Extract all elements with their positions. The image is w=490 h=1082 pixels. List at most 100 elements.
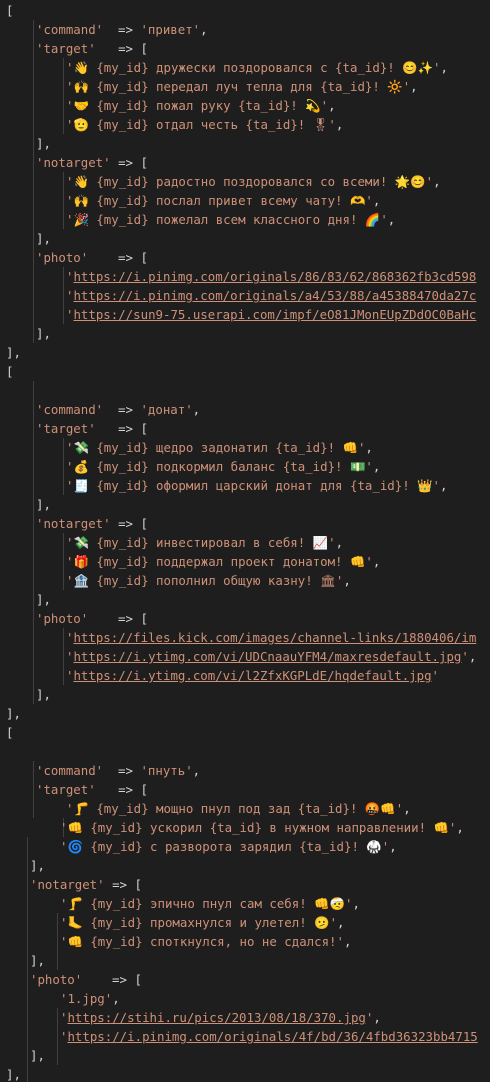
code-line[interactable]: 'https://i.pinimg.com/originals/4f/bd/36… [60,1027,478,1046]
punctuation-token: [ [134,972,142,987]
code-line[interactable]: ], [36,495,51,514]
code-line[interactable]: 'target' => [ [36,39,148,58]
code-line[interactable]: 'target' => [ [36,780,148,799]
punctuation-token: , [37,1048,45,1063]
code-line[interactable]: '🧾 {my_id} оформил царский донат для {ta… [66,476,447,495]
punctuation-token: , [43,136,51,151]
code-line[interactable]: ], [6,1065,21,1082]
code-line[interactable]: [ [6,1,13,20]
punctuation-token: , [343,573,351,588]
string-token: '🦶 {my_id} промахнулся и улетел! 🫤' [60,915,338,930]
code-line[interactable]: 'https://files.kick.com/images/channel-l… [66,628,476,647]
string-token: '💸 {my_id} инвестировал в себя! 📈' [66,535,336,550]
code-line[interactable]: 'photo' => [ [36,609,148,628]
code-line[interactable]: 'photo' => [ [30,970,142,989]
code-line[interactable]: 'notarget' => [ [36,153,148,172]
code-line[interactable]: 'command' => 'пнуть', [36,761,200,780]
code-line[interactable]: '💰 {my_id} подкормил баланс {ta_id}! 💵', [66,457,380,476]
code-line[interactable]: 'https://i.pinimg.com/originals/86/83/62… [66,267,476,286]
code-line[interactable]: '1.jpg', [60,989,120,1008]
punctuation-token: , [440,478,448,493]
punctuation-token: , [389,839,397,854]
code-line[interactable]: 'https://stihi.ru/pics/2013/08/18/370.jp… [60,1008,381,1027]
code-line[interactable]: '👋 {my_id} дружески поздоровался с {ta_i… [66,58,448,77]
string-token: '💰 {my_id} подкормил баланс {ta_id}! 💵' [66,459,373,474]
indent-guide [33,20,34,343]
code-line[interactable]: '🎉 {my_id} пожелал всем классного дня! 🌈… [66,210,395,229]
url-link[interactable]: https://i.pinimg.com/originals/86/83/62/… [73,269,476,284]
indent-guide [63,172,64,229]
string-token: ' [461,649,469,664]
code-line[interactable]: '🏦 {my_id} пополнил общую казну! 🏛', [66,571,351,590]
code-line[interactable]: 'target' => [ [36,419,148,438]
string-token: 'target' [36,41,96,56]
string-token: '👋 {my_id} радостно поздоровался со всем… [66,174,434,189]
code-line[interactable]: '🙌 {my_id} послал привет всему чату! 🫶', [66,191,380,210]
code-line[interactable]: 'notarget' => [ [30,875,142,894]
code-line[interactable]: ], [6,343,21,362]
code-line[interactable]: 'command' => 'донат', [36,400,200,419]
code-line[interactable]: '🌀 {my_id} с разворота зарядил {ta_id}! … [60,837,397,856]
indent-guide [63,438,64,495]
code-line[interactable]: ], [30,856,45,875]
code-line[interactable]: '💸 {my_id} щедро задонатил {ta_id}! 👊', [66,438,373,457]
code-line[interactable]: 'https://i.pinimg.com/originals/a4/53/88… [66,286,476,305]
code-line[interactable]: '💸 {my_id} инвестировал в себя! 📈', [66,533,343,552]
code-line[interactable]: ], [6,704,21,723]
code-line[interactable]: '🦵 {my_id} эпично пнул сам себя! 👊🤕', [60,894,360,913]
code-line[interactable]: '👊 {my_id} споткнулся, но не сдался!', [60,932,351,951]
indent-guide [33,761,34,818]
string-token: 'привет' [140,22,201,37]
punctuation-token: => [95,41,141,56]
code-line[interactable]: '👊 {my_id} ускорил {ta_id} в нужном напр… [60,818,464,837]
code-line[interactable]: 'https://sun9-75.userapi.com/impf/eO81JM… [66,305,476,324]
code-line[interactable]: 'notarget' => [ [36,514,148,533]
code-line[interactable]: [ [6,723,13,742]
code-line[interactable]: ], [36,685,51,704]
punctuation-token: , [13,706,21,721]
code-line[interactable]: 'photo' => [ [36,248,148,267]
indent-guide [27,837,28,1082]
string-token: 'photo' [36,611,89,626]
punctuation-token: [ [6,3,14,18]
code-line[interactable]: ], [36,590,51,609]
code-line[interactable]: ], [30,951,45,970]
code-line[interactable]: ], [36,134,51,153]
url-link[interactable]: https://i.pinimg.com/originals/4f/bd/36/… [67,1029,477,1044]
string-token: '🦵 {my_id} мощно пнул под зад {ta_id}! 🤬… [66,801,404,816]
punctuation-token: => [95,782,141,797]
url-link[interactable]: https://i.pinimg.com/originals/a4/53/88/… [73,288,476,303]
punctuation-token: , [387,212,396,227]
punctuation-token: , [13,345,21,360]
punctuation-token: [ [140,155,148,170]
code-line[interactable]: '🦵 {my_id} мощно пнул под зад {ta_id}! 🤬… [66,799,411,818]
punctuation-token: => [103,402,141,417]
url-link[interactable]: https://files.kick.com/images/channel-li… [73,630,476,645]
code-line[interactable]: ], [30,1046,45,1065]
url-link[interactable]: https://i.ytimg.com/vi/l2ZfxKGPLdE/hqdef… [73,668,431,683]
url-link[interactable]: https://stihi.ru/pics/2013/08/18/370.jpg [67,1010,365,1025]
code-line[interactable]: '🫡 {my_id} отдал честь {ta_id}! 🎖', [66,115,343,134]
code-line[interactable]: 'https://i.ytimg.com/vi/l2ZfxKGPLdE/hqde… [66,666,439,685]
punctuation-token: => [82,972,135,987]
punctuation-token: , [192,402,201,417]
indent-guide [33,381,34,704]
string-token: '1.jpg' [60,991,113,1006]
string-token: 'донат' [140,402,193,417]
code-editor[interactable]: ['command' => 'привет','target' => ['👋 {… [0,0,490,1082]
code-line[interactable]: ], [36,229,51,248]
code-line[interactable]: [ [6,362,13,381]
code-line[interactable]: 'https://i.ytimg.com/vi/UDCnaauYFM4/maxr… [66,647,476,666]
code-line[interactable]: '🤝 {my_id} пожал руку {ta_id}! 💫', [66,96,336,115]
code-line[interactable]: '👋 {my_id} радостно поздоровался со всем… [66,172,441,191]
indent-guide [63,267,64,324]
code-line[interactable]: '🎁 {my_id} поддержал проект донатом! 👊', [66,552,380,571]
code-line[interactable]: '🙌 {my_id} передал луч тепла для {ta_id}… [66,77,418,96]
code-line[interactable]: ], [36,324,51,343]
url-link[interactable]: https://sun9-75.userapi.com/impf/eO81JMo… [73,307,476,322]
code-line[interactable]: '🦶 {my_id} промахнулся и улетел! 🫤', [60,913,345,932]
string-token: 'command' [36,763,104,778]
code-line[interactable]: 'command' => 'привет', [36,20,208,39]
url-link[interactable]: https://i.ytimg.com/vi/UDCnaauYFM4/maxre… [73,649,461,664]
punctuation-token: , [365,440,373,455]
